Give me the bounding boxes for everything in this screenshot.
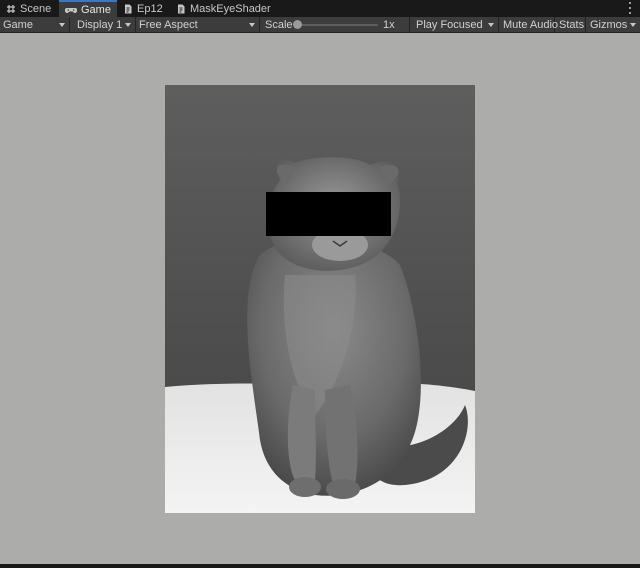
tab-bar: Scene Game Ep12 MaskEyeShader	[0, 0, 640, 17]
scale-label-text: Scale	[265, 18, 293, 31]
mute-audio-toggle[interactable]: Mute Audio	[500, 17, 559, 32]
grid-icon	[6, 4, 16, 14]
aspect-dropdown[interactable]: Free Aspect	[136, 17, 260, 32]
game-render-image	[165, 85, 475, 513]
scale-value-text: 1x	[383, 18, 395, 31]
display-dropdown[interactable]: Display 1	[74, 17, 136, 32]
scale-value: 1x	[380, 17, 395, 32]
chevron-down-icon	[59, 23, 65, 27]
gizmos-label: Gizmos	[590, 18, 628, 31]
gamepad-icon	[65, 5, 77, 15]
mode-dropdown[interactable]: Game	[0, 17, 70, 32]
chevron-down-icon	[630, 23, 636, 27]
gizmos-dropdown[interactable]: Gizmos	[587, 17, 640, 32]
tab-game[interactable]: Game	[59, 0, 117, 17]
tab-label: Scene	[20, 3, 52, 15]
tab-scene[interactable]: Scene	[0, 1, 57, 17]
tab-label: MaskEyeShader	[190, 3, 271, 15]
eye-mask-bar	[266, 192, 391, 236]
chevron-down-icon	[125, 23, 131, 27]
display-label: Display 1	[77, 18, 123, 31]
shader-file-icon	[176, 4, 186, 14]
stats-label: Stats	[559, 18, 585, 31]
scale-label: Scale	[262, 17, 293, 32]
mode-label: Game	[3, 18, 33, 31]
tab-label: Ep12	[137, 3, 163, 15]
tab-ep12[interactable]: Ep12	[117, 1, 169, 17]
play-mode-label: Play Focused	[416, 18, 483, 31]
aspect-label: Free Aspect	[139, 18, 198, 31]
more-options-icon[interactable]	[628, 2, 632, 14]
game-view-toolbar: Game Display 1 Free Aspect Scale 1x Play…	[0, 17, 640, 33]
play-mode-dropdown[interactable]: Play Focused	[413, 17, 499, 32]
tab-label: Game	[81, 3, 111, 16]
tab-maskeyeshader[interactable]: MaskEyeShader	[170, 1, 277, 17]
shader-file-icon	[123, 4, 133, 14]
mute-audio-label: Mute Audio	[503, 18, 559, 31]
chevron-down-icon	[249, 23, 255, 27]
chevron-down-icon	[488, 23, 494, 27]
scale-slider-thumb[interactable]	[293, 20, 302, 29]
stats-toggle[interactable]: Stats	[556, 17, 586, 32]
bottom-border	[0, 564, 640, 568]
divider	[409, 17, 410, 32]
scale-slider-track[interactable]	[296, 24, 378, 26]
